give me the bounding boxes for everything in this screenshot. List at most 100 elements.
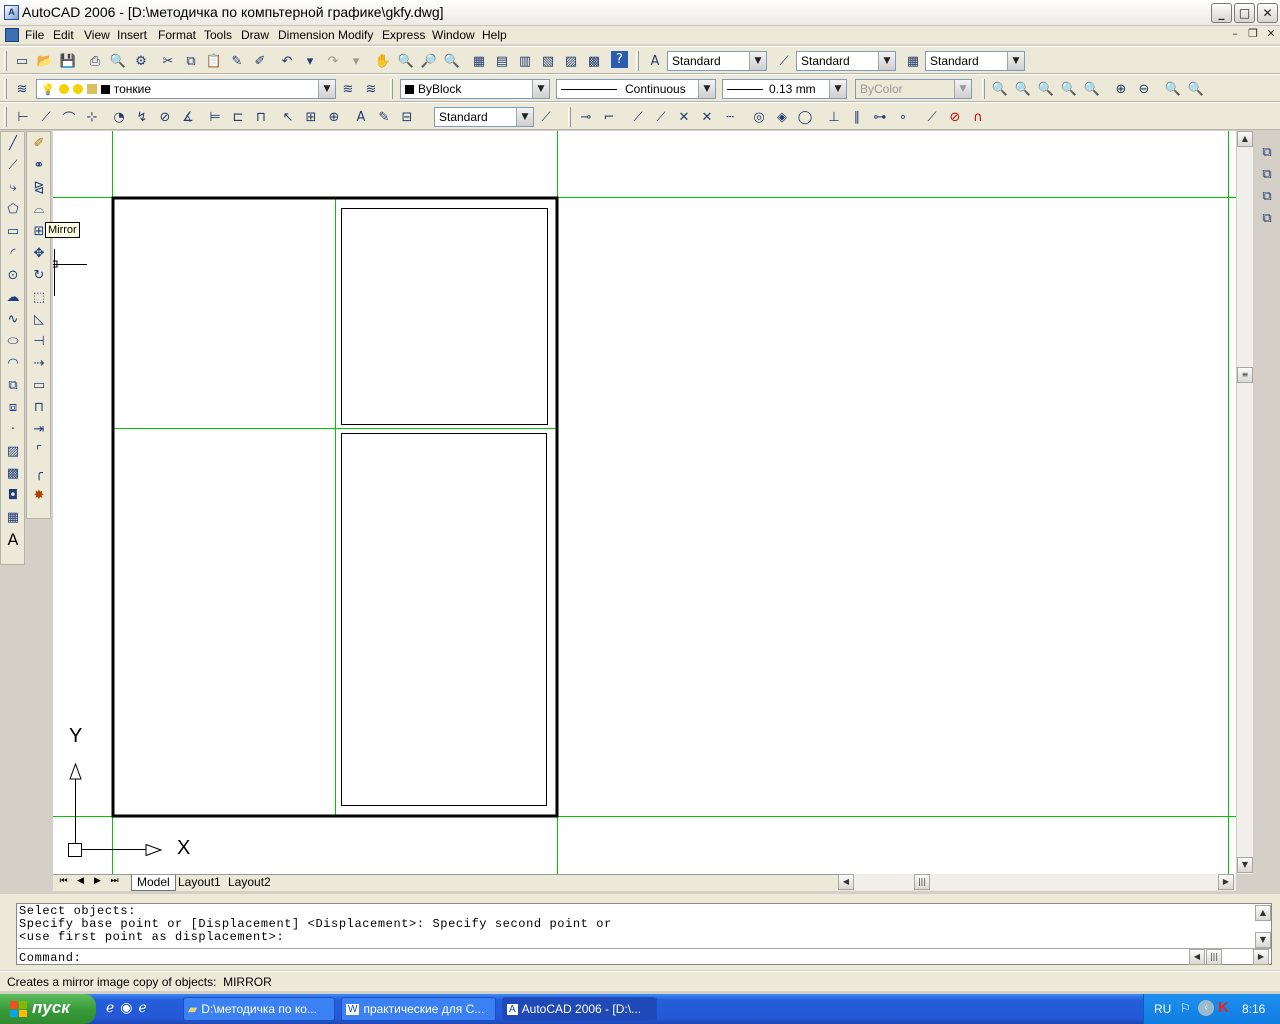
print-icon[interactable]: ⎙ — [85, 51, 105, 71]
redo-icon[interactable]: ↷ — [323, 51, 343, 71]
move-icon[interactable]: ✥ — [28, 242, 50, 264]
continue-dimension-icon[interactable]: ⊓ — [251, 107, 271, 127]
undo-icon[interactable]: ↶ — [277, 51, 297, 71]
snap-apparent-intersection-icon[interactable]: ✕ — [697, 107, 717, 127]
taskbar-item-autocad[interactable]: A AutoCAD 2006 - [D:\... — [502, 997, 657, 1021]
snap-from-icon[interactable]: ⌐ — [599, 107, 619, 127]
print-preview-icon[interactable]: 🔍 — [108, 51, 128, 71]
construction-line-icon[interactable]: ⟋ — [2, 154, 24, 176]
scroll-right-button[interactable]: ▶ — [1218, 874, 1234, 890]
layer-previous-icon[interactable]: ≋ — [361, 79, 381, 99]
sheet-set-icon[interactable]: ▧ — [538, 51, 558, 71]
menu-window[interactable]: Window — [432, 28, 475, 42]
break-icon[interactable]: ⊓ — [28, 396, 50, 418]
jogged-dimension-icon[interactable]: ↯ — [132, 107, 152, 127]
linetype-select[interactable]: Continuous ▼ — [556, 79, 716, 99]
zoom-previous-icon[interactable]: 🔍 — [442, 51, 462, 71]
zoom-in-icon[interactable]: ⊕ — [1111, 79, 1131, 99]
stretch-icon[interactable]: ◺ — [28, 308, 50, 330]
maximize-button[interactable]: □ — [1234, 3, 1255, 23]
command-scroll-down-button[interactable]: ▼ — [1255, 932, 1271, 948]
undo-dropdown-icon[interactable]: ▾ — [300, 51, 320, 71]
dimension-text-edit-icon[interactable]: ✎ — [374, 107, 394, 127]
lineweight-select[interactable]: 0.13 mm ▼ — [722, 79, 847, 99]
command-prompt[interactable]: Command: — [19, 951, 81, 965]
copy-object-icon[interactable]: ⚭ — [28, 154, 50, 176]
table-icon[interactable]: ▦ — [2, 506, 24, 528]
linear-dimension-icon[interactable]: ⊢ — [13, 107, 33, 127]
snap-endpoint-icon[interactable]: ⟋ — [628, 107, 648, 127]
dimension-style-select[interactable]: Standard ▼ — [434, 107, 534, 127]
menu-view[interactable]: View — [84, 28, 110, 42]
circle-icon[interactable]: ⊙ — [2, 264, 24, 286]
menu-insert[interactable]: Insert — [117, 28, 147, 42]
trim-icon[interactable]: ⊣ — [28, 330, 50, 352]
command-scroll-right-button[interactable]: ▶ — [1253, 949, 1269, 965]
zoom-scale-icon[interactable]: 🔍 — [1036, 79, 1056, 99]
menu-help[interactable]: Help — [482, 28, 507, 42]
rectangle-icon[interactable]: ▭ — [2, 220, 24, 242]
copy-icon[interactable]: ⧉ — [181, 51, 201, 71]
doc-minimize-button[interactable]: – — [1227, 27, 1243, 42]
ie-icon[interactable]: ℯ — [106, 1000, 114, 1016]
snap-intersection-icon[interactable]: ✕ — [674, 107, 694, 127]
cut-icon[interactable]: ✂ — [158, 51, 178, 71]
snap-center-icon[interactable]: ◎ — [749, 107, 769, 127]
aligned-dimension-icon[interactable]: ⟋ — [36, 107, 56, 127]
menu-edit[interactable]: Edit — [53, 28, 74, 42]
chamfer-icon[interactable]: ⌜ — [28, 440, 50, 462]
last-tab-icon[interactable]: ⏭ — [107, 876, 122, 886]
arc-length-icon[interactable]: ⌒ — [59, 107, 79, 127]
command-scroll-up-button[interactable]: ▲ — [1255, 905, 1271, 921]
menu-express[interactable]: Express — [382, 28, 425, 42]
dimension-style-icon[interactable]: ⟋ — [536, 107, 556, 127]
media-player-icon[interactable]: ◉ — [120, 1000, 132, 1016]
calculator-icon[interactable]: ▩ — [584, 51, 604, 71]
center-mark-icon[interactable]: ⊕ — [324, 107, 344, 127]
tab-model[interactable]: Model — [131, 875, 176, 891]
drawing-canvas[interactable]: Y X — [53, 131, 1236, 874]
revision-cloud-icon[interactable]: ☁ — [2, 286, 24, 308]
table-style-select[interactable]: Standard ▼ — [925, 51, 1025, 71]
command-scroll-left-button[interactable]: ◀ — [1189, 949, 1205, 965]
layer-select[interactable]: 💡 тонкие ▼ — [36, 79, 336, 99]
menu-format[interactable]: Format — [158, 28, 196, 42]
zoom-window-icon[interactable]: 🔍 — [990, 79, 1010, 99]
menu-dimension[interactable]: Dimension — [278, 28, 335, 42]
table-style-icon[interactable]: ▦ — [903, 51, 923, 71]
line-icon[interactable]: ╱ — [2, 132, 24, 154]
make-current-layer-icon[interactable]: ≋ — [338, 79, 358, 99]
pan-realtime-icon[interactable]: ✋ — [373, 51, 393, 71]
zoom-all-icon[interactable]: 🔍 — [1163, 79, 1183, 99]
prev-tab-icon[interactable]: ◀ — [73, 876, 88, 886]
diameter-dimension-icon[interactable]: ⊘ — [155, 107, 175, 127]
osnap-settings-icon[interactable]: ∩ — [968, 107, 988, 127]
mirror-icon[interactable]: ⧎ — [28, 176, 50, 198]
design-center-icon[interactable]: ▤ — [492, 51, 512, 71]
hatch-icon[interactable]: ▨ — [2, 440, 24, 462]
spline-icon[interactable]: ∿ — [2, 308, 24, 330]
join-icon[interactable]: ⇥ — [28, 418, 50, 440]
horizontal-scroll-thumb[interactable]: ||| — [914, 874, 930, 890]
document-menu-icon[interactable] — [5, 28, 19, 42]
dim-style-select[interactable]: Standard ▼ — [796, 51, 896, 71]
quick-leader-icon[interactable]: ↖ — [278, 107, 298, 127]
vertical-scroll-thumb[interactable]: ≡ — [1237, 367, 1253, 383]
multiline-text-icon[interactable]: A — [2, 528, 24, 550]
language-indicator[interactable]: RU — [1154, 1002, 1171, 1016]
zoom-extents-icon[interactable]: 🔍 — [1186, 79, 1206, 99]
start-button[interactable]: пуск — [0, 994, 96, 1024]
snap-nearest-icon[interactable]: ⟋ — [922, 107, 942, 127]
properties-icon[interactable]: ▦ — [469, 51, 489, 71]
close-button[interactable]: ✕ — [1257, 3, 1278, 23]
scroll-left-button[interactable]: ◀ — [838, 874, 854, 890]
color-select[interactable]: ByBlock ▼ — [400, 79, 550, 99]
command-scroll-thumb[interactable]: ||| — [1206, 949, 1222, 965]
block-editor-icon[interactable]: ✐ — [250, 51, 270, 71]
new-icon[interactable]: ▭ — [12, 51, 32, 71]
text-style-select[interactable]: Standard ▼ — [667, 51, 767, 71]
snap-node-icon[interactable]: ∘ — [893, 107, 913, 127]
point-icon[interactable]: · — [2, 418, 24, 440]
snap-parallel-icon[interactable]: ∥ — [847, 107, 867, 127]
snap-none-icon[interactable]: ⊘ — [945, 107, 965, 127]
